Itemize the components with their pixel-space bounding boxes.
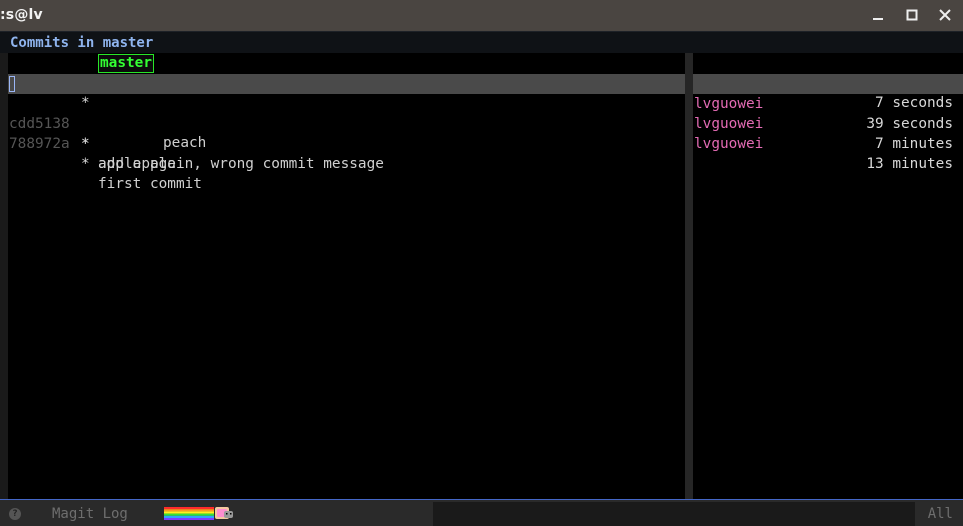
buffer-position: All [927, 506, 953, 522]
nyan-cat-icon [215, 507, 233, 519]
commit-graph-node: * [81, 136, 90, 152]
text-cursor [9, 76, 15, 92]
commit-date: 13 minutes [866, 156, 953, 172]
commit-message: add apple [98, 156, 176, 172]
help-icon[interactable]: ? [9, 508, 21, 520]
commit-row[interactable]: 16918df * master peach [8, 53, 685, 151]
commit-message: peach [163, 135, 207, 151]
log-header: Commits in master [0, 31, 963, 53]
branch-ref-badge[interactable]: master [98, 54, 154, 73]
window-titlebar: :s@lv [0, 0, 963, 31]
commit-meta-row[interactable]: lvguowei 7 seconds [693, 53, 963, 111]
commit-row[interactable]: 788972a * first commit [8, 114, 685, 192]
commit-author: lvguowei [694, 136, 764, 152]
close-icon [939, 9, 951, 21]
commit-date: 7 minutes [875, 136, 953, 152]
commit-hash[interactable]: 788972a [9, 134, 70, 154]
commit-meta-pane[interactable]: lvguowei 7 seconds lvguowei 39 seconds l… [693, 53, 963, 499]
minimize-icon [873, 18, 883, 20]
commit-message: first commit [98, 176, 202, 192]
mode-line: ? Magit Log All [0, 499, 963, 526]
commit-row[interactable]: cdd5138 * add apple [8, 94, 685, 172]
mode-line-spacer [433, 502, 915, 526]
header-title: Commits in master [10, 35, 154, 51]
commit-meta-row[interactable]: lvguowei 7 minutes [693, 94, 963, 152]
left-fringe [0, 53, 8, 499]
commit-graph-node: * [81, 156, 90, 172]
commit-meta-row[interactable]: lvguowei 13 minutes [693, 114, 963, 172]
major-mode-label: Magit Log [52, 506, 128, 522]
window-divider[interactable] [685, 53, 693, 499]
maximize-button[interactable] [901, 5, 923, 25]
close-button[interactable] [934, 5, 956, 25]
window-title: :s@lv [0, 7, 43, 23]
minimize-button[interactable] [867, 5, 889, 25]
commit-meta-row-selected[interactable]: lvguowei 39 seconds [693, 74, 963, 132]
commit-list-pane[interactable]: 16918df * master peach * apple again, wr… [8, 53, 685, 499]
maximize-icon [906, 9, 918, 21]
nyan-rainbow-icon [164, 507, 214, 520]
commit-row-selected[interactable]: * apple again, wrong commit message [8, 74, 685, 172]
